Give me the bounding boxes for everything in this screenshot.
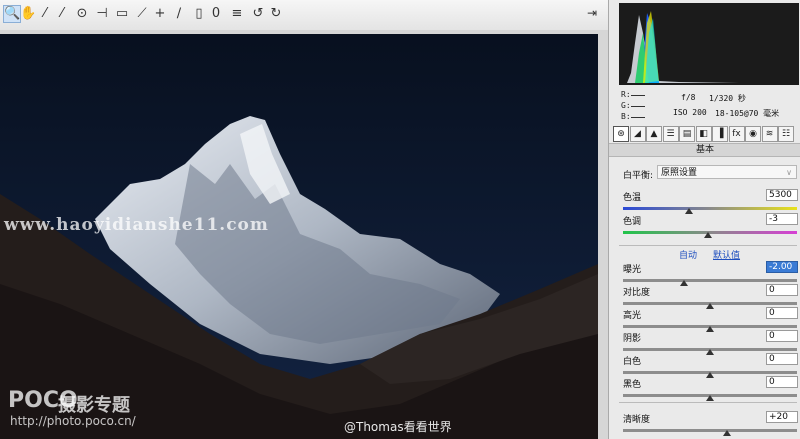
- toolbar: 🔍 ✋ ⁄ ⁄ ⊙ ⊣ ▭ ⟋ + ∕ ▯ 0 ≡ ↺ ↻ ⇥: [0, 0, 608, 31]
- canvas-area: www.haoyidianshe11.com POCO 摄影专题 http://…: [0, 30, 608, 439]
- auto-link[interactable]: 自动: [679, 248, 697, 261]
- shadows-value-input[interactable]: 0: [766, 330, 798, 342]
- white-balance-value: 原照设置: [661, 168, 698, 178]
- histogram: [619, 3, 799, 85]
- g-label: G:: [621, 101, 631, 110]
- histogram-graph: [619, 3, 799, 85]
- exposure-track[interactable]: [623, 279, 797, 282]
- clarity-label: 清晰度: [623, 415, 651, 425]
- panel-tab-5[interactable]: ◧: [695, 126, 712, 142]
- divider: [619, 245, 797, 246]
- highlights-value-input[interactable]: 0: [766, 307, 798, 319]
- spot-removal-tool[interactable]: ⟋: [134, 6, 150, 22]
- contrast-value-input[interactable]: 0: [766, 284, 798, 296]
- tint-label: 色调: [623, 217, 642, 227]
- exposure-slider-thumb[interactable]: [679, 280, 688, 286]
- tint-value-input[interactable]: -3: [766, 213, 798, 225]
- r-label: R:: [621, 90, 631, 99]
- exposure-label: 曝光: [623, 265, 642, 275]
- adjustment-brush-tool[interactable]: ∕: [171, 6, 187, 22]
- panel-tabs: ⊛ ◢ ▲ ☰ ▤ ◧ ▐ fx ◉ ≋ ☷: [613, 126, 799, 142]
- aperture: f/8: [681, 93, 696, 102]
- lens: 18-105@70 毫米: [715, 109, 780, 118]
- blacks-label: 黑色: [623, 380, 642, 390]
- straighten-tool[interactable]: ▭: [114, 6, 130, 22]
- panel-tab-7[interactable]: fx: [728, 126, 745, 142]
- panel-tab-8[interactable]: ◉: [745, 126, 761, 142]
- panel-tab-9[interactable]: ≋: [761, 126, 778, 142]
- color-sampler-tool[interactable]: ⁄: [54, 6, 70, 22]
- watermark-credit: @Thomas看看世界: [344, 420, 452, 434]
- section-title: 基本: [609, 143, 800, 157]
- mountain-photo: [0, 34, 598, 439]
- highlights-slider-thumb[interactable]: [706, 326, 714, 332]
- white-balance-select[interactable]: 原照设置 ∨: [657, 165, 797, 179]
- default-link[interactable]: 默认值: [713, 248, 740, 261]
- contrast-slider-thumb[interactable]: [706, 303, 714, 309]
- photo-preview[interactable]: www.haoyidianshe11.com POCO 摄影专题 http://…: [0, 34, 598, 439]
- white-balance-tool[interactable]: ⁄: [37, 6, 53, 22]
- crop-tool[interactable]: ⊣: [94, 6, 110, 22]
- clarity-value-input[interactable]: +20: [766, 411, 798, 423]
- g-value: [631, 106, 645, 107]
- blacks-slider-thumb[interactable]: [706, 395, 714, 401]
- targeted-adjustment-tool[interactable]: ⊙: [74, 6, 90, 22]
- temperature-value-input[interactable]: 5300: [766, 189, 798, 201]
- watermark-url: www.haoyidianshe11.com: [4, 215, 269, 235]
- exif-info: R: G: B: f/8 1/320 秒 ISO 200 18-105@70 毫…: [619, 88, 799, 124]
- panel-tab-10[interactable]: ☷: [778, 126, 794, 142]
- panel-tab-0[interactable]: ⊛: [613, 126, 629, 142]
- panel-tab-6[interactable]: ▐: [712, 126, 728, 142]
- whites-label: 白色: [623, 357, 642, 367]
- clarity-track[interactable]: [623, 429, 797, 432]
- preferences-tool[interactable]: ≡: [229, 6, 245, 22]
- whites-value-input[interactable]: 0: [766, 353, 798, 365]
- chevron-down-icon: ∨: [786, 168, 792, 177]
- white-balance-label: 白平衡:: [623, 171, 654, 181]
- watermark-poco-url: http://photo.poco.cn/: [10, 414, 136, 428]
- clarity-slider-thumb[interactable]: [723, 430, 732, 436]
- rotate-right-tool[interactable]: ↻: [268, 6, 284, 22]
- red-eye-tool[interactable]: +: [152, 6, 168, 22]
- radial-filter-tool[interactable]: 0: [208, 6, 224, 22]
- zoom-tool[interactable]: 🔍: [3, 5, 21, 23]
- panel-tab-3[interactable]: ☰: [662, 126, 679, 142]
- exposure-value-input[interactable]: -2.00: [766, 261, 798, 273]
- shutter-speed: 1/320 秒: [709, 94, 746, 103]
- export-icon[interactable]: ⇥: [583, 6, 601, 22]
- rotate-left-tool[interactable]: ↺: [250, 6, 266, 22]
- temperature-track[interactable]: [623, 207, 797, 210]
- contrast-label: 对比度: [623, 288, 651, 298]
- b-value: [631, 117, 645, 118]
- panel-tab-2[interactable]: ▲: [646, 126, 662, 142]
- r-value: [631, 95, 645, 96]
- adjustments-panel: R: G: B: f/8 1/320 秒 ISO 200 18-105@70 毫…: [608, 0, 800, 439]
- shadows-label: 阴影: [623, 334, 642, 344]
- panel-tab-1[interactable]: ◢: [629, 126, 646, 142]
- blacks-value-input[interactable]: 0: [766, 376, 798, 388]
- whites-slider-thumb[interactable]: [706, 372, 714, 378]
- panel-tab-4[interactable]: ▤: [679, 126, 695, 142]
- temperature-label: 色温: [623, 193, 642, 203]
- hand-tool[interactable]: ✋: [20, 6, 36, 22]
- temperature-slider-thumb[interactable]: [685, 208, 694, 214]
- graduated-filter-tool[interactable]: ▯: [191, 6, 207, 22]
- tint-slider-thumb[interactable]: [704, 232, 713, 238]
- highlights-label: 高光: [623, 311, 642, 321]
- iso: ISO 200: [673, 108, 707, 117]
- shadows-slider-thumb[interactable]: [706, 349, 714, 355]
- b-label: B:: [621, 112, 631, 121]
- divider: [619, 402, 797, 403]
